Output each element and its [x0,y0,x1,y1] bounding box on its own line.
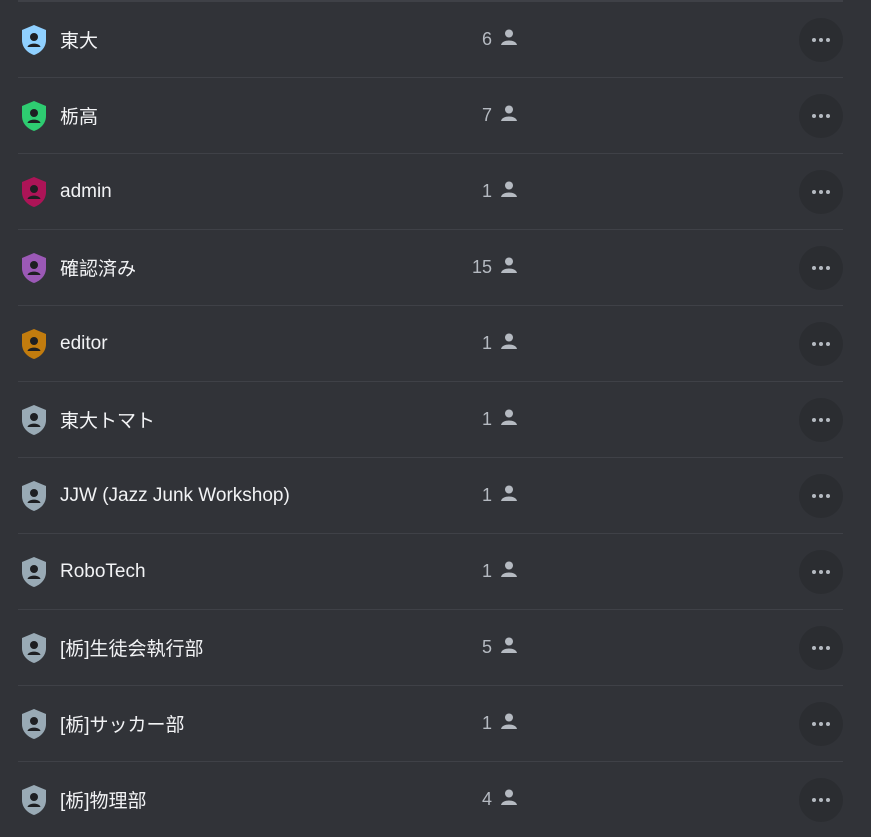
member-count: 1 [458,560,518,583]
role-name: [栃]サッカー部 [60,715,185,736]
person-icon [500,408,518,431]
member-count: 5 [458,636,518,659]
person-icon [500,256,518,279]
member-count: 1 [458,180,518,203]
member-count-value: 1 [481,485,492,505]
member-count-value: 6 [481,29,492,49]
role-name: RoboTech [60,560,146,582]
member-count-value: 7 [481,105,492,125]
more-horizontal-icon [812,417,830,422]
more-options-button[interactable] [799,17,843,62]
member-count: 4 [458,788,518,811]
shield-user-icon [20,632,48,664]
person-icon [500,104,518,127]
role-row[interactable]: 東大トマト 1 [18,382,843,458]
role-row[interactable]: RoboTech 1 [18,534,843,610]
role-row[interactable]: admin 1 [18,154,843,230]
more-horizontal-icon [812,265,830,270]
more-horizontal-icon [812,341,830,346]
role-row[interactable]: editor 1 [18,306,843,382]
person-icon [500,332,518,355]
member-count: 1 [458,484,518,507]
more-options-button[interactable] [799,397,843,442]
role-name: admin [60,180,112,202]
member-count-value: 1 [481,713,492,733]
member-count-value: 1 [481,409,492,429]
member-count: 7 [458,104,518,127]
member-count-value: 1 [481,561,492,581]
more-horizontal-icon [812,37,830,42]
shield-user-icon [20,480,48,512]
more-options-button[interactable] [799,549,843,594]
person-icon [500,560,518,583]
role-row[interactable]: [栃]物理部 4 [18,762,843,837]
shield-user-icon [20,556,48,588]
role-row[interactable]: 東大 6 [18,2,843,78]
role-row[interactable]: [栃]生徒会執行部 5 [18,610,843,686]
more-options-button[interactable] [799,777,843,822]
shield-user-icon [20,252,48,284]
shield-user-icon [20,100,48,132]
role-name: 東大トマト [60,411,156,432]
more-options-button[interactable] [799,701,843,746]
role-name: 栃高 [60,107,99,128]
more-horizontal-icon [812,645,830,650]
role-name: [栃]物理部 [60,791,147,812]
more-horizontal-icon [812,569,830,574]
shield-user-icon [20,708,48,740]
shield-user-icon [20,176,48,208]
more-options-button[interactable] [799,473,843,518]
person-icon [500,712,518,735]
shield-user-icon [20,784,48,816]
role-name: 東大 [60,31,99,52]
person-icon [500,484,518,507]
member-count: 1 [458,712,518,735]
more-options-button[interactable] [799,321,843,366]
shield-user-icon [20,24,48,56]
more-horizontal-icon [812,721,830,726]
more-options-button[interactable] [799,93,843,138]
member-count-value: 1 [481,181,492,201]
role-row[interactable]: [栃]サッカー部 1 [18,686,843,762]
person-icon [500,180,518,203]
role-list: 東大 6 栃高 7 admin 1 確認済み 15 editor 1 東大トマト… [18,0,843,837]
member-count: 1 [458,408,518,431]
role-row[interactable]: JJW (Jazz Junk Workshop) 1 [18,458,843,534]
more-options-button[interactable] [799,625,843,670]
member-count-value: 1 [481,333,492,353]
more-horizontal-icon [812,797,830,802]
person-icon [500,788,518,811]
more-options-button[interactable] [799,245,843,290]
member-count-value: 15 [471,257,492,277]
more-horizontal-icon [812,493,830,498]
member-count: 6 [458,28,518,51]
role-row[interactable]: 確認済み 15 [18,230,843,306]
shield-user-icon [20,328,48,360]
role-name: [栃]生徒会執行部 [60,639,204,660]
member-count: 1 [458,332,518,355]
role-name: JJW (Jazz Junk Workshop) [60,484,290,506]
person-icon [500,28,518,51]
member-count-value: 4 [481,789,492,809]
shield-user-icon [20,404,48,436]
person-icon [500,636,518,659]
member-count: 15 [458,256,518,279]
more-horizontal-icon [812,189,830,194]
role-name: editor [60,332,108,354]
member-count-value: 5 [481,637,492,657]
more-horizontal-icon [812,113,830,118]
role-name: 確認済み [60,259,137,280]
more-options-button[interactable] [799,169,843,214]
role-row[interactable]: 栃高 7 [18,78,843,154]
